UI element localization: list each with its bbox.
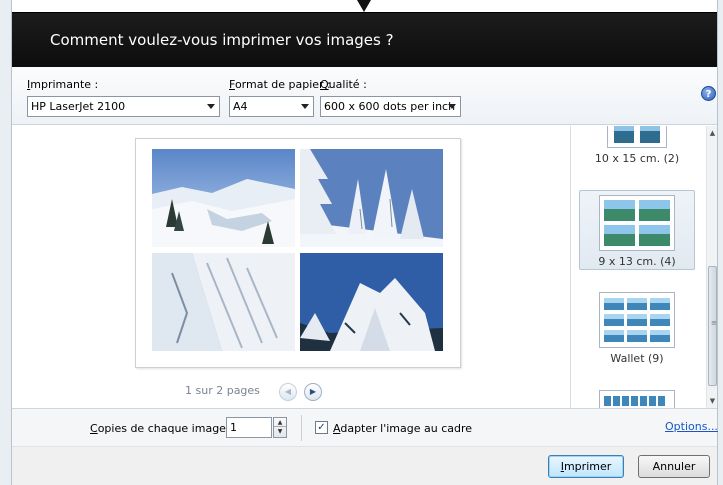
layout-thumbnail <box>599 195 675 251</box>
chevron-down-icon <box>448 104 456 109</box>
snowy-slope-photo <box>152 253 295 351</box>
chevron-down-icon <box>207 104 215 109</box>
fit-label-text: dapter l'image au cadre <box>340 422 473 435</box>
quality-label: Qualité : <box>320 78 367 91</box>
layout-item-contact-sheet[interactable] <box>579 390 695 408</box>
print-pictures-dialog: Comment voulez-vous imprimer vos images … <box>0 0 723 485</box>
window-frame-right <box>717 0 723 485</box>
printer-select[interactable]: HP LaserJet 2100 <box>27 96 220 117</box>
dialog-footer: Imprimer Annuler <box>12 446 717 485</box>
fit-picture-checkbox[interactable]: ✓ <box>315 421 328 434</box>
layout-item-10x15[interactable]: 10 x 15 cm. (2) <box>579 126 695 176</box>
print-button[interactable]: Imprimer <box>548 455 624 478</box>
printer-value: HP LaserJet 2100 <box>31 100 126 113</box>
copies-spinner[interactable]: ▲ ▼ <box>273 417 287 438</box>
quality-label-text: ualité : <box>328 78 367 91</box>
layout-thumbnail <box>599 390 675 408</box>
quality-select[interactable]: 600 x 600 dots per inch <box>320 96 461 117</box>
layout-label: Wallet (9) <box>610 352 664 365</box>
copies-label: Copies de chaque image : <box>90 422 233 435</box>
cancel-button[interactable]: Annuler <box>638 455 710 478</box>
quality-value: 600 x 600 dots per inch <box>324 100 456 113</box>
print-preview-area: 1 sur 2 pages ◀ ▶ <box>12 126 570 408</box>
layout-thumbnail <box>599 292 675 348</box>
snow-covered-tree-photo <box>300 253 443 351</box>
paper-size-label: Format de papier : <box>229 78 331 91</box>
layout-label: 9 x 13 cm. (4) <box>598 255 676 268</box>
spin-down-icon[interactable]: ▼ <box>274 427 286 436</box>
layout-scrollbar[interactable]: ▲ ≡ ▼ <box>706 126 717 408</box>
grip-icon: ≡ <box>711 319 717 327</box>
help-icon[interactable]: ? <box>701 86 716 101</box>
spin-up-icon[interactable]: ▲ <box>274 418 286 427</box>
copies-label-text: opies de chaque image : <box>97 422 234 435</box>
page-indicator: 1 sur 2 pages <box>185 384 260 397</box>
snow-trees-sky-photo <box>300 149 443 247</box>
scrollbar-thumb[interactable]: ≡ <box>708 266 717 386</box>
layout-item-9x13[interactable]: 9 x 13 cm. (4) <box>579 190 695 270</box>
paper-size-value: A4 <box>233 100 248 113</box>
quality-label-accesskey: Q <box>320 78 329 91</box>
layout-item-wallet[interactable]: Wallet (9) <box>579 292 695 372</box>
printer-label-text: mprimante : <box>30 78 99 91</box>
print-settings-toolbar: Imprimante : HP LaserJet 2100 Format de … <box>12 67 717 125</box>
next-page-button[interactable]: ▶ <box>304 383 322 401</box>
paper-size-select[interactable]: A4 <box>229 96 314 117</box>
scroll-down-icon[interactable]: ▼ <box>708 396 717 406</box>
dialog-title: Comment voulez-vous imprimer vos images … <box>50 31 394 49</box>
window-frame-left <box>0 0 12 485</box>
fit-picture-label[interactable]: Adapter l'image au cadre <box>333 422 472 435</box>
preview-page <box>135 138 461 368</box>
chevron-down-icon <box>301 104 309 109</box>
print-button-label: mprimer <box>563 460 612 473</box>
snow-landscape-photo <box>152 149 295 247</box>
divider <box>301 415 302 441</box>
dialog-header: Comment voulez-vous imprimer vos images … <box>12 12 717 67</box>
print-options-bar: Copies de chaque image : 1 ▲ ▼ ✓ Adapter… <box>12 408 718 446</box>
cursor-pointer-icon <box>357 0 371 12</box>
previous-page-button[interactable]: ◀ <box>279 383 297 401</box>
layout-label: 10 x 15 cm. (2) <box>594 152 680 165</box>
layout-list[interactable]: 10 x 15 cm. (2) 9 x 13 cm. (4) Wallet (9… <box>570 126 708 408</box>
copies-label-accesskey: C <box>90 422 98 435</box>
paper-label-text: ormat de papier : <box>234 78 331 91</box>
layout-thumbnail <box>607 126 667 148</box>
options-link[interactable]: Options... <box>665 420 718 433</box>
printer-label: Imprimante : <box>27 78 98 91</box>
scroll-up-icon[interactable]: ▲ <box>708 128 717 138</box>
copies-input[interactable]: 1 <box>226 417 272 438</box>
